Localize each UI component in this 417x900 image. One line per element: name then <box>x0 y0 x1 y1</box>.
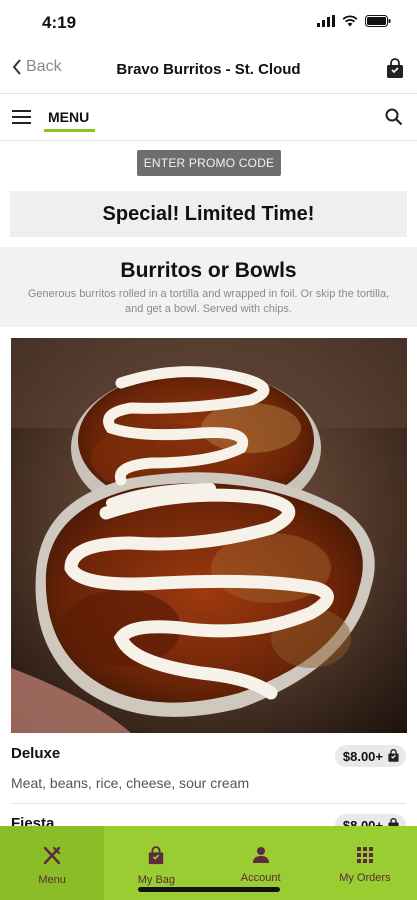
search-button[interactable] <box>385 108 403 131</box>
burrito-bowl-photo[interactable] <box>11 338 407 733</box>
search-icon <box>385 108 403 126</box>
add-to-bag-price-button[interactable]: $8.00+ <box>334 745 406 767</box>
status-time: 4:19 <box>42 13 77 32</box>
tab-menu[interactable]: MENU <box>44 109 96 132</box>
item-price: $8.00+ <box>342 748 383 764</box>
tab-label: Menu <box>38 874 66 886</box>
bag-icon <box>388 749 399 762</box>
wifi-icon <box>342 15 358 27</box>
category-header: Burritos or Bowls Generous burritos roll… <box>0 247 417 327</box>
tab-label: My Bag <box>137 874 176 886</box>
item-name: Deluxe <box>11 745 61 762</box>
person-icon <box>252 847 269 863</box>
grid-icon <box>356 847 373 863</box>
list-item[interactable]: Deluxe $8.00+ Meat, beans, rice, cheese,… <box>0 733 417 803</box>
bag-icon <box>149 846 164 865</box>
promo-section: ENTER PROMO CODE <box>0 141 417 185</box>
tab-menu-bottom[interactable]: Menu <box>0 826 105 900</box>
tab-label: My Orders <box>339 872 391 884</box>
tab-label: Account <box>240 872 281 884</box>
hamburger-icon <box>12 110 31 124</box>
home-indicator <box>138 887 280 892</box>
nav-bar: Back Bravo Burritos - St. Cloud <box>0 46 417 94</box>
battery-icon <box>365 15 391 27</box>
category-description: Generous burritos rolled in a tortilla a… <box>27 288 390 315</box>
hamburger-menu-button[interactable] <box>12 109 32 130</box>
special-banner[interactable]: Special! Limited Time! <box>10 191 407 237</box>
bag-icon <box>387 58 403 78</box>
tab-my-orders[interactable]: My Orders <box>313 826 417 900</box>
signal-icon <box>317 15 335 27</box>
item-description: Meat, beans, rice, cheese, sour cream <box>11 775 250 791</box>
enter-promo-code-button[interactable]: ENTER PROMO CODE <box>137 150 281 176</box>
menu-bar: MENU <box>0 95 417 141</box>
fork-knife-icon <box>43 846 61 865</box>
bag-button[interactable] <box>385 58 405 85</box>
category-title: Burritos or Bowls <box>120 259 297 282</box>
status-icons <box>317 15 391 27</box>
page-title: Bravo Burritos - St. Cloud <box>116 61 301 78</box>
status-bar: 4:19 <box>0 0 417 46</box>
